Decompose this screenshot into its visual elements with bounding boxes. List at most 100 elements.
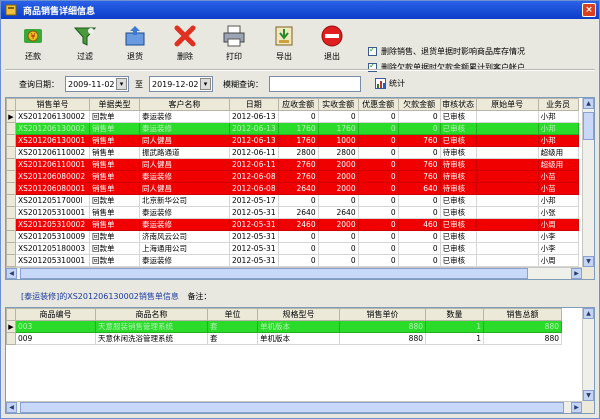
column-header[interactable]: 审核状态: [439, 98, 477, 111]
column-header[interactable]: 业务员: [537, 98, 579, 111]
column-header[interactable]: 数量: [425, 308, 484, 321]
sales-row[interactable]: XS201205310002 销售单 泰运装修 2012-05-31 2460 2000 0…: [6, 218, 579, 231]
export-button[interactable]: 导出: [266, 23, 302, 65]
detail-horizontal-scrollbar[interactable]: ◀ ▶: [6, 401, 582, 413]
table-cell: 2640: [317, 206, 359, 219]
sales-row[interactable]: XS201205310001 回款单 泰运装修 2012-05-31 0 0 0 0 已审核 小周: [6, 254, 579, 267]
row-indicator[interactable]: [6, 146, 16, 159]
column-header[interactable]: 实收金额: [317, 98, 359, 111]
statistics-button[interactable]: 统计: [375, 78, 405, 89]
column-header[interactable]: 单据类型: [89, 98, 140, 111]
table-cell: 0: [357, 170, 399, 183]
scroll-down-icon[interactable]: ▼: [583, 256, 594, 267]
sales-row[interactable]: XS201206110002 销售单 振武路通道 2012-06-11 2800 2800…: [6, 146, 579, 159]
detail-row[interactable]: 009 天意休闲洗浴管理系统套单机版本 880 1 880: [6, 332, 562, 345]
fuzzy-query-input[interactable]: [269, 76, 361, 92]
table-cell: 880: [483, 332, 562, 345]
scroll-up-icon[interactable]: ▲: [583, 308, 594, 319]
column-header[interactable]: 客户名称: [139, 98, 230, 111]
column-header[interactable]: 应收金额: [277, 98, 319, 111]
affect-stock-checkbox[interactable]: [368, 45, 377, 56]
title-bar[interactable]: 商品销售详细信息 ×: [1, 1, 599, 19]
column-header[interactable]: 原始单号: [475, 98, 539, 111]
row-indicator[interactable]: [6, 218, 16, 231]
sales-row[interactable]: XS201206080002 销售单 泰运装修 2012-06-08 2760 2000 0…: [6, 170, 579, 183]
table-cell: 2760: [277, 170, 319, 183]
column-header[interactable]: 单位: [207, 308, 258, 321]
column-header[interactable]: 欠款金额: [397, 98, 441, 111]
table-cell: 销售单: [89, 206, 140, 219]
table-cell: 0: [277, 230, 319, 243]
sales-row[interactable]: XS201205310001 销售单 泰运装修 2012-05-31 2640 2640 0…: [6, 206, 579, 219]
table-cell: 小苗: [537, 170, 579, 183]
row-indicator[interactable]: [6, 230, 16, 243]
sales-row[interactable]: XS201206130001 销售单 同人健昌 2012-06-13 1760 1000 0…: [6, 134, 579, 147]
scroll-up-icon[interactable]: ▲: [583, 98, 594, 109]
column-header[interactable]: 销售单号: [15, 98, 90, 111]
delete-icon: [174, 25, 196, 47]
scroll-corner: [582, 267, 594, 279]
row-indicator[interactable]: ▶: [6, 110, 16, 123]
filter-button[interactable]: 过滤: [67, 23, 103, 65]
column-header[interactable]: 优惠金额: [357, 98, 399, 111]
option-affect-stock[interactable]: 删除销售、退货单据时影响商品库存情况: [368, 43, 593, 59]
sales-row[interactable]: XS20120517000l 回款单 北京新华公司 2012-05-17 0 0 0 0 已审核…: [6, 194, 579, 207]
row-indicator[interactable]: [6, 170, 16, 183]
detail-vertical-scrollbar[interactable]: ▲ ▼: [582, 308, 594, 401]
sales-row[interactable]: XS201206110001 销售单 同人健昌 2012-06-11 2760 2000 0…: [6, 158, 579, 171]
sales-row[interactable]: XS201206130002 销售单 泰运装修 2012-06-13 1760 1760 0…: [6, 122, 579, 135]
row-indicator[interactable]: [6, 242, 16, 255]
column-header[interactable]: 销售总额: [483, 308, 562, 321]
scroll-left-icon[interactable]: ◀: [6, 402, 17, 413]
option-debt-to-account[interactable]: 删除欠款单据时欠款金额累计到客户帐户: [368, 59, 593, 75]
calendar-icon[interactable]: ▾: [200, 78, 211, 90]
scroll-left-icon[interactable]: ◀: [6, 268, 17, 279]
row-indicator[interactable]: [6, 332, 16, 345]
close-icon[interactable]: ×: [582, 3, 596, 17]
sales-row[interactable]: ▶ XS201206130002 回款单 泰运装修 2012-06-13 0 0 0 0 已审核小…: [6, 110, 579, 123]
row-indicator[interactable]: [6, 206, 16, 219]
query-date-label: 查询日期：: [19, 80, 59, 89]
table-cell: 上海通用公司: [139, 242, 230, 255]
sales-horizontal-scrollbar[interactable]: ◀ ▶: [6, 267, 582, 279]
row-indicator[interactable]: [6, 122, 16, 135]
row-indicator[interactable]: ▶: [6, 320, 16, 333]
column-header[interactable]: 销售单价: [339, 308, 426, 321]
calendar-icon[interactable]: ▾: [116, 78, 127, 90]
row-indicator[interactable]: [6, 158, 16, 171]
sales-row[interactable]: XS201206080001 销售单 同人健昌 2012-06-08 2640 2000 0…: [6, 182, 579, 195]
scroll-thumb[interactable]: [20, 268, 528, 279]
detail-row[interactable]: ▶ 003 天意服装销售管理系统套单机版本 880 1 880: [6, 320, 562, 333]
detail-text: 的XS201206130002销售单信息: [59, 292, 179, 301]
scroll-thumb[interactable]: [20, 402, 564, 413]
table-cell: 0: [357, 218, 399, 231]
row-indicator[interactable]: [6, 194, 16, 207]
repay-button[interactable]: ¥ 还款: [15, 23, 51, 65]
table-cell: 小邦: [537, 122, 579, 135]
return-goods-button[interactable]: 退货: [117, 23, 153, 65]
detail-rows: ▶ 003 天意服装销售管理系统套单机版本 880 1 880 009 天意休闲洗浴管理系统套…: [6, 320, 562, 345]
scroll-thumb[interactable]: [583, 112, 594, 140]
table-cell: 天意服装销售管理系统: [95, 320, 208, 333]
exit-button[interactable]: 退出: [314, 23, 350, 65]
sales-row[interactable]: XS201205310009 回款单 济南风云公司 2012-05-31 0 0 0 0 已审核…: [6, 230, 579, 243]
scroll-down-icon[interactable]: ▼: [583, 390, 594, 401]
sales-row[interactable]: XS201205180003 回款单 上海通用公司 2012-05-31 0 0 0 0 已审核…: [6, 242, 579, 255]
sales-vertical-scrollbar[interactable]: ▲ ▼: [582, 98, 594, 267]
end-date-field[interactable]: 2019-12-02 ▾: [149, 76, 213, 92]
column-header[interactable]: 商品名称: [95, 308, 208, 321]
table-cell: 销售单: [89, 182, 140, 195]
table-cell: 销售单: [89, 134, 140, 147]
column-header[interactable]: 日期: [229, 98, 279, 111]
table-cell: 0: [357, 254, 399, 267]
column-header[interactable]: 商品编号: [15, 308, 96, 321]
row-indicator[interactable]: [6, 134, 16, 147]
delete-button[interactable]: 删除: [167, 23, 203, 65]
print-button[interactable]: 打印: [216, 23, 252, 65]
scroll-right-icon[interactable]: ▶: [571, 402, 582, 413]
row-indicator[interactable]: [6, 254, 16, 267]
column-header[interactable]: 规格型号: [257, 308, 340, 321]
start-date-field[interactable]: 2009-11-02 ▾: [65, 76, 129, 92]
scroll-right-icon[interactable]: ▶: [571, 268, 582, 279]
row-indicator[interactable]: [6, 182, 16, 195]
